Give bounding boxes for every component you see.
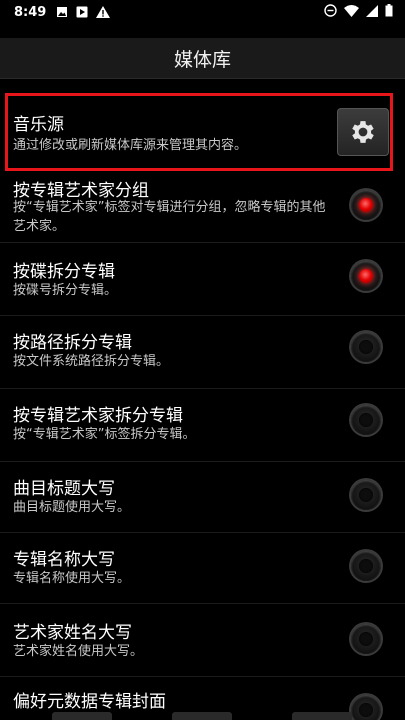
play-icon [76, 6, 88, 18]
option-subtitle: 专辑名称使用大写。 [13, 571, 131, 586]
radio-dot [359, 703, 373, 717]
radio-dot [359, 488, 373, 502]
radio-dot [359, 198, 373, 212]
option-radio[interactable] [351, 480, 381, 510]
bottom-button-left[interactable] [52, 712, 112, 720]
radio-dot [359, 413, 373, 427]
option-row-split-by-disc[interactable]: 按碟拆分专辑 按碟号拆分专辑。 [0, 243, 405, 316]
music-source-row[interactable]: 音乐源 通过修改或刷新媒体库源来管理其内容。 [8, 96, 328, 168]
option-subtitle: 按“专辑艺术家”标签拆分专辑。 [13, 427, 196, 442]
option-row-split-by-album-artist[interactable]: 按专辑艺术家拆分专辑 按“专辑艺术家”标签拆分专辑。 [0, 389, 405, 462]
page-title: 媒体库 [173, 48, 231, 71]
warning-icon [96, 6, 111, 18]
option-row-group-by-album-artist[interactable]: 按专辑艺术家分组 按“专辑艺术家”标签对专辑进行分组，忽略专辑的其他艺术家。 [0, 172, 405, 243]
option-row-capitalize-track-title[interactable]: 曲目标题大写 曲目标题使用大写。 [0, 462, 405, 533]
option-row-capitalize-album-name[interactable]: 专辑名称大写 专辑名称使用大写。 [0, 533, 405, 604]
option-title: 按碟拆分专辑 [13, 262, 115, 282]
option-subtitle: 艺术家姓名使用大写。 [13, 644, 144, 659]
radio-dot [359, 559, 373, 573]
option-subtitle: 按碟号拆分专辑。 [13, 283, 118, 298]
option-radio[interactable] [351, 624, 381, 654]
option-radio[interactable] [351, 405, 381, 435]
dnd-icon [324, 4, 337, 17]
option-radio[interactable] [351, 551, 381, 581]
status-left-icons [56, 6, 111, 18]
option-subtitle: 曲目标题使用大写。 [13, 500, 131, 515]
gear-icon [352, 121, 374, 143]
option-radio[interactable] [351, 695, 381, 720]
music-source-settings-button[interactable] [337, 108, 389, 156]
bottom-button-right[interactable] [292, 712, 352, 720]
title-bar: 媒体库 [0, 38, 405, 79]
option-radio[interactable] [351, 332, 381, 362]
option-subtitle: 按文件系统路径拆分专辑。 [13, 354, 170, 369]
option-title: 专辑名称大写 [13, 550, 115, 570]
status-bar: 8:49 [0, 0, 405, 24]
radio-dot [359, 269, 373, 283]
wifi-icon [344, 4, 359, 17]
option-title: 艺术家姓名大写 [13, 623, 132, 643]
option-title: 偏好元数据专辑封面 [13, 692, 166, 712]
option-title: 曲目标题大写 [13, 479, 115, 499]
option-row-split-by-path[interactable]: 按路径拆分专辑 按文件系统路径拆分专辑。 [0, 316, 405, 389]
battery-icon [385, 4, 393, 17]
radio-dot [359, 632, 373, 646]
signal-icon [366, 4, 378, 17]
status-right-icons [324, 4, 393, 17]
option-subtitle: 按“专辑艺术家”标签对专辑进行分组，忽略专辑的其他艺术家。 [13, 200, 326, 234]
radio-dot [359, 340, 373, 354]
option-row-capitalize-artist-name[interactable]: 艺术家姓名大写 艺术家姓名使用大写。 [0, 604, 405, 677]
music-source-title: 音乐源 [13, 115, 64, 135]
image-icon [57, 7, 68, 17]
music-source-subtitle: 通过修改或刷新媒体库源来管理其内容。 [13, 138, 248, 153]
option-radio[interactable] [351, 261, 381, 291]
status-time: 8:49 [14, 4, 47, 20]
option-title: 按路径拆分专辑 [13, 333, 132, 353]
option-radio[interactable] [351, 190, 381, 220]
option-title: 按专辑艺术家拆分专辑 [13, 406, 183, 426]
bottom-button-middle[interactable] [172, 712, 232, 720]
